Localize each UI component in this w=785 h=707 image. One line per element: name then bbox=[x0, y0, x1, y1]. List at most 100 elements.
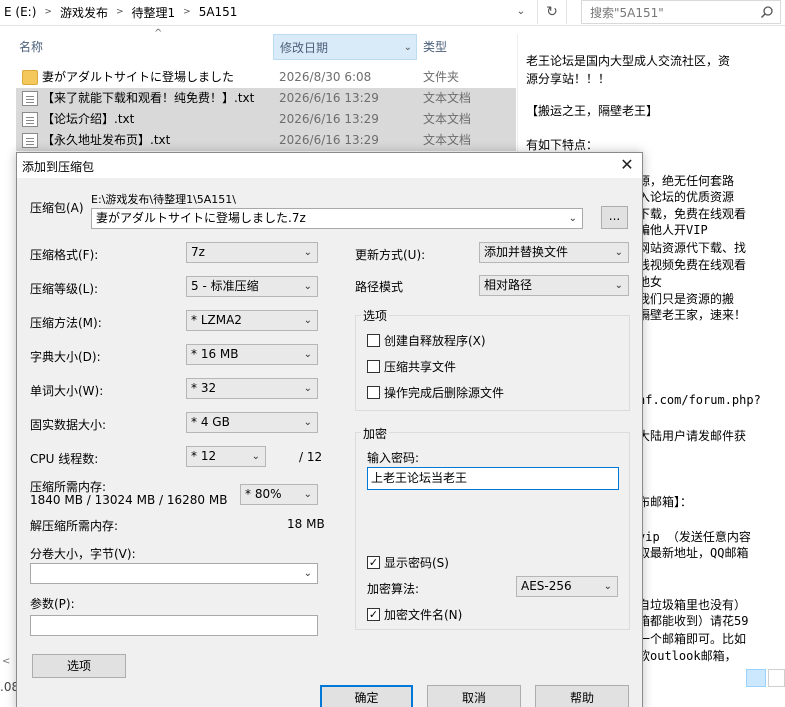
file-name: 妻がアダルトサイトに登場しました bbox=[42, 70, 235, 84]
algo-value: AES-256 bbox=[521, 579, 572, 593]
cpu-total: / 12 bbox=[299, 450, 323, 464]
tiles-view-icon[interactable] bbox=[768, 669, 785, 687]
delete-after-checkbox[interactable]: 操作完成后删除源文件 bbox=[367, 384, 504, 401]
preview-line: 箱都能收到）请花59 bbox=[638, 614, 749, 628]
chevron-right-icon: > bbox=[183, 7, 191, 17]
file-type: 文本文档 bbox=[423, 133, 472, 147]
level-select[interactable]: 5 - 标准压缩 ⌄ bbox=[186, 276, 318, 297]
preview-line: 有如下特点： bbox=[526, 138, 599, 152]
solid-label: 固实数据大小: bbox=[30, 418, 107, 432]
mem-decomp-label: 解压缩所需内存: bbox=[30, 519, 119, 533]
chevron-down-icon: ⌄ bbox=[603, 581, 612, 592]
file-row[interactable]: 【论坛介绍】.txt 2026/6/16 13:29 文本文档 bbox=[16, 109, 516, 130]
browse-label: ... bbox=[608, 209, 621, 223]
solid-select[interactable]: * 4 GB ⌄ bbox=[186, 412, 318, 433]
mem-decomp-value: 18 MB bbox=[287, 517, 325, 531]
split-size-combo[interactable]: ⌄ bbox=[30, 563, 318, 584]
text-file-icon bbox=[22, 112, 38, 127]
archive-path: E:\游戏发布\待整理1\5A151\ bbox=[91, 193, 236, 206]
breadcrumb-drive[interactable]: E (E:) bbox=[0, 5, 40, 19]
dict-label: 字典大小(D): bbox=[30, 350, 101, 364]
options-button[interactable]: 选项 bbox=[32, 654, 126, 678]
archive-name-combo[interactable]: 妻がアダルトサイトに登場しました.7z ⌄ bbox=[91, 208, 583, 229]
word-label: 单词大小(W): bbox=[30, 384, 104, 398]
preview-line: 源分享站！！！ bbox=[526, 72, 611, 86]
file-date: 2026/8/30 6:08 bbox=[279, 70, 372, 84]
column-date-label: 修改日期 bbox=[280, 41, 329, 55]
shared-files-checkbox[interactable]: 压缩共享文件 bbox=[367, 358, 456, 375]
method-select[interactable]: * LZMA2 ⌄ bbox=[186, 310, 318, 331]
details-view-icon[interactable] bbox=[746, 669, 766, 687]
password-input[interactable]: 上老王论坛当老王 bbox=[367, 467, 619, 490]
chevron-down-icon: ⌄ bbox=[614, 280, 623, 291]
chevron-down-icon[interactable]: ⌄ bbox=[404, 35, 412, 61]
chevron-down-icon: ⌄ bbox=[303, 383, 312, 394]
params-input[interactable] bbox=[30, 615, 318, 636]
update-select[interactable]: 添加并替换文件 ⌄ bbox=[479, 242, 629, 263]
path-mode-value: 相对路径 bbox=[484, 278, 533, 292]
path-mode-label: 路径模式 bbox=[355, 280, 404, 294]
file-name: 【永久地址发布页】.txt bbox=[42, 133, 171, 147]
dict-select[interactable]: * 16 MB ⌄ bbox=[186, 344, 318, 365]
file-date: 2026/6/16 13:29 bbox=[279, 91, 379, 105]
ok-button[interactable]: 确定 bbox=[320, 685, 413, 707]
encrypt-names-checkbox[interactable]: ✓ 加密文件名(N) bbox=[367, 606, 462, 623]
word-value: * 32 bbox=[191, 381, 217, 395]
checkbox-unchecked-icon bbox=[367, 360, 380, 373]
update-value: 添加并替换文件 bbox=[484, 245, 569, 259]
file-type: 文本文档 bbox=[423, 112, 472, 126]
breadcrumb-folder-2[interactable]: 待整理1 bbox=[128, 4, 180, 21]
file-type: 文本文档 bbox=[423, 91, 472, 105]
column-name[interactable]: 名称 bbox=[19, 34, 269, 60]
word-select[interactable]: * 32 ⌄ bbox=[186, 378, 318, 399]
mem-comp-select[interactable]: * 80% ⌄ bbox=[240, 484, 318, 505]
preview-line: vip （发送任意内容 bbox=[638, 530, 751, 544]
cpu-select[interactable]: * 12 ⌄ bbox=[186, 446, 266, 467]
algo-select[interactable]: AES-256 ⌄ bbox=[516, 576, 618, 597]
sort-up-icon: ^ bbox=[154, 28, 163, 39]
preview-line: 入论坛的优质资源 bbox=[638, 190, 735, 204]
archive-label: 压缩包(A) bbox=[30, 201, 84, 215]
scroll-left-icon[interactable]: < bbox=[2, 656, 10, 667]
mem-comp-detail: 1840 MB / 13024 MB / 16280 MB bbox=[30, 493, 228, 507]
file-date: 2026/6/16 13:29 bbox=[279, 112, 379, 126]
chevron-down-icon: ⌄ bbox=[303, 489, 312, 500]
preview-line: 网站资源代下载、找 bbox=[638, 241, 747, 255]
search-placeholder: 搜索"5A151" bbox=[590, 5, 664, 20]
cancel-button[interactable]: 取消 bbox=[427, 685, 521, 707]
chevron-down-icon: ⌄ bbox=[614, 247, 623, 258]
password-label: 输入密码: bbox=[367, 451, 420, 465]
column-date[interactable]: 修改日期 ⌄ bbox=[273, 34, 417, 60]
chevron-down-icon[interactable]: ⌄ bbox=[512, 4, 530, 20]
text-file-icon bbox=[22, 91, 38, 106]
format-select[interactable]: 7z ⌄ bbox=[186, 242, 318, 263]
file-name: 【来了就能下载和观看！纯免费！】.txt bbox=[42, 91, 255, 105]
column-type[interactable]: 类型 bbox=[423, 34, 513, 60]
chevron-down-icon: ⌄ bbox=[303, 247, 312, 258]
file-row[interactable]: 妻がアダルトサイトに登場しました 2026/8/30 6:08 文件夹 bbox=[16, 67, 516, 88]
checkbox-unchecked-icon bbox=[367, 334, 380, 347]
preview-line: 老王论坛是国内大型成人交流社区，资 bbox=[526, 54, 731, 68]
breadcrumb-folder-3[interactable]: 5A151 bbox=[195, 5, 242, 19]
file-row[interactable]: 【来了就能下载和观看！纯免费！】.txt 2026/6/16 13:29 文本文… bbox=[16, 88, 516, 109]
chevron-right-icon: > bbox=[44, 7, 52, 17]
help-button[interactable]: 帮助 bbox=[535, 685, 629, 707]
preview-line: 软outlook邮箱， bbox=[638, 649, 737, 663]
breadcrumb-folder-1[interactable]: 游戏发布 bbox=[56, 4, 112, 21]
path-mode-select[interactable]: 相对路径 ⌄ bbox=[479, 275, 629, 296]
show-password-checkbox[interactable]: ✓ 显示密码(S) bbox=[367, 554, 449, 571]
search-icon bbox=[760, 6, 773, 19]
breadcrumb[interactable]: E (E:) > 游戏发布 > 待整理1 > 5A151 bbox=[0, 0, 533, 24]
preview-line: 隔壁老王家，速来！ bbox=[638, 308, 747, 322]
browse-button[interactable]: ... bbox=[601, 206, 628, 229]
file-row[interactable]: 【永久地址发布页】.txt 2026/6/16 13:29 文本文档 bbox=[16, 130, 516, 151]
help-label: 帮助 bbox=[569, 691, 594, 705]
mem-comp-value: * 80% bbox=[245, 487, 282, 501]
preview-line: 自垃圾箱里也没有） bbox=[638, 598, 747, 612]
refresh-icon[interactable]: ↻ bbox=[537, 0, 567, 24]
sfx-checkbox[interactable]: 创建自释放程序(X) bbox=[367, 332, 486, 349]
search-input[interactable]: 搜索"5A151" bbox=[581, 0, 781, 24]
close-icon[interactable]: ✕ bbox=[612, 153, 642, 178]
text-file-icon bbox=[22, 133, 38, 148]
file-type: 文件夹 bbox=[423, 70, 460, 84]
